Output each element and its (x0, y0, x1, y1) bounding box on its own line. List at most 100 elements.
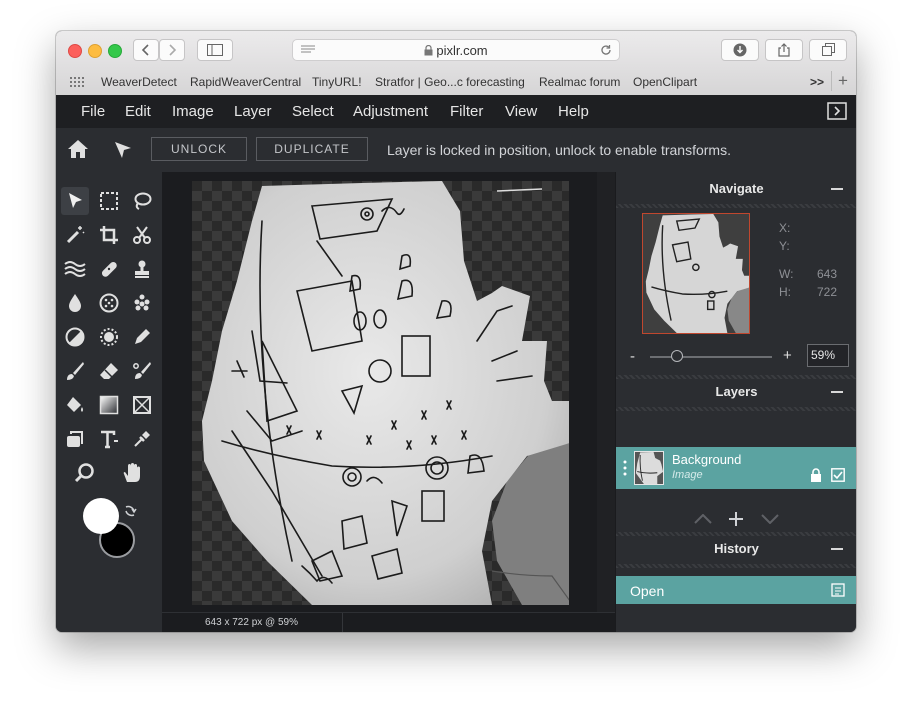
zoom-slider[interactable] (650, 350, 772, 362)
status-text: 643 x 722 px @ 59% (205, 617, 298, 628)
gradient-icon (99, 395, 119, 415)
collapse-layers-icon[interactable] (831, 391, 843, 393)
tabs-button[interactable] (809, 39, 847, 61)
layers-header[interactable]: Layers (616, 377, 856, 407)
back-button[interactable] (133, 39, 159, 61)
close-window-button[interactable] (68, 44, 82, 58)
layer-tool[interactable] (61, 425, 89, 453)
zoom-window-button[interactable] (108, 44, 122, 58)
layer-row[interactable]: Background Image (616, 447, 856, 489)
zoom-input[interactable]: 59% (807, 344, 849, 367)
options-bar: UNLOCK DUPLICATE Layer is locked in posi… (56, 128, 856, 173)
bookmark-item[interactable]: Stratfor | Geo...c forecasting (375, 75, 525, 89)
menu-image[interactable]: Image (172, 103, 214, 120)
menu-file[interactable]: File (81, 103, 105, 120)
zoom-slider-knob[interactable] (670, 350, 683, 362)
menu-adjustment[interactable]: Adjustment (353, 103, 428, 120)
drag-handle-icon[interactable] (623, 460, 627, 476)
scissors-icon (133, 226, 151, 244)
url-text: pixlr.com (436, 43, 488, 58)
navigator-thumbnail[interactable] (642, 213, 750, 334)
zoom-in-button[interactable]: + (783, 347, 792, 364)
zoom-out-button[interactable]: - (630, 348, 635, 365)
canvas-vertical-scrollbar[interactable] (597, 172, 615, 614)
crop-tool[interactable] (95, 221, 123, 249)
clone-tool[interactable] (128, 255, 156, 283)
lasso-icon (134, 192, 152, 210)
stack-icon (67, 431, 83, 447)
zoom-tool[interactable] (71, 459, 99, 487)
chevron-left-icon (141, 44, 149, 56)
image-canvas[interactable] (192, 181, 569, 605)
picker-tool[interactable] (128, 425, 156, 453)
brush-icon (67, 362, 84, 380)
menu-view[interactable]: View (505, 103, 537, 120)
bookmark-item[interactable]: OpenClipart (633, 75, 697, 89)
heal-tool[interactable] (95, 255, 123, 283)
navigate-header[interactable]: Navigate (616, 174, 856, 204)
fill-tool[interactable] (61, 391, 89, 419)
bookmark-item[interactable]: Realmac forum (539, 75, 620, 89)
menu-select[interactable]: Select (292, 103, 334, 120)
marquee-tool[interactable] (95, 187, 123, 215)
hand-tool[interactable] (118, 459, 146, 487)
menu-help[interactable]: Help (558, 103, 589, 120)
bookmark-item[interactable]: WeaverDetect (101, 75, 177, 89)
collapse-history-icon[interactable] (831, 548, 843, 550)
bookmark-item[interactable]: RapidWeaverCentral (190, 75, 301, 89)
cut-tool[interactable] (128, 221, 156, 249)
bookmark-item[interactable]: TinyURL! (312, 75, 362, 89)
drop-tool[interactable] (61, 289, 89, 317)
visibility-checkbox-icon[interactable] (831, 468, 845, 482)
home-icon[interactable] (67, 139, 89, 159)
swap-colors-icon[interactable] (123, 504, 137, 518)
history-item[interactable]: Open (616, 576, 856, 604)
move-layer-down-icon[interactable] (761, 514, 779, 524)
shape-tool[interactable] (128, 391, 156, 419)
menu-edit[interactable]: Edit (125, 103, 151, 120)
history-header[interactable]: History (616, 534, 856, 564)
pencil-tool[interactable] (128, 323, 156, 351)
right-panel: Navigate X: Y: W: 643 H: 722 - + 59% Lay… (615, 172, 856, 632)
share-button[interactable] (765, 39, 803, 61)
move-layer-up-icon[interactable] (694, 514, 712, 524)
foreground-color-swatch[interactable] (83, 498, 119, 534)
add-layer-icon[interactable] (728, 511, 744, 527)
sidebar-button[interactable] (197, 39, 233, 61)
eyedropper-icon (134, 431, 150, 447)
dodge-tool[interactable] (61, 323, 89, 351)
color-replace-icon (133, 362, 151, 379)
collapse-navigate-icon[interactable] (831, 188, 843, 190)
sponge-tool[interactable] (95, 289, 123, 317)
text-tool[interactable] (95, 425, 123, 453)
reload-icon[interactable] (600, 44, 612, 56)
lasso-tool[interactable] (128, 187, 156, 215)
unlock-button[interactable]: UNLOCK (151, 137, 247, 161)
duplicate-button[interactable]: DUPLICATE (256, 137, 368, 161)
lock-icon[interactable] (810, 468, 822, 482)
downloads-button[interactable] (721, 39, 759, 61)
collapse-panel-icon[interactable] (827, 102, 847, 120)
canvas-area[interactable] (162, 172, 615, 632)
wand-tool[interactable] (61, 221, 89, 249)
liquify-tool[interactable] (61, 255, 89, 283)
burn-tool[interactable] (95, 323, 123, 351)
menu-layer[interactable]: Layer (234, 103, 272, 120)
gradient-tool[interactable] (95, 391, 123, 419)
spot-heal-tool[interactable] (128, 289, 156, 317)
grid-icon[interactable] (70, 77, 84, 87)
bookmark-overflow-button[interactable]: >> (810, 75, 824, 89)
minimize-window-button[interactable] (88, 44, 102, 58)
forward-button[interactable] (159, 39, 185, 61)
move-tool[interactable] (61, 187, 89, 215)
address-bar[interactable]: pixlr.com (292, 39, 620, 61)
crop-icon (100, 226, 118, 244)
brush-tool[interactable] (61, 357, 89, 385)
replace-color-tool[interactable] (128, 357, 156, 385)
menu-filter[interactable]: Filter (450, 103, 483, 120)
eraser-tool[interactable] (95, 357, 123, 385)
document-icon (831, 583, 845, 597)
new-tab-button[interactable]: + (831, 71, 848, 91)
download-icon (733, 43, 747, 57)
cursor-icon[interactable] (113, 140, 133, 160)
